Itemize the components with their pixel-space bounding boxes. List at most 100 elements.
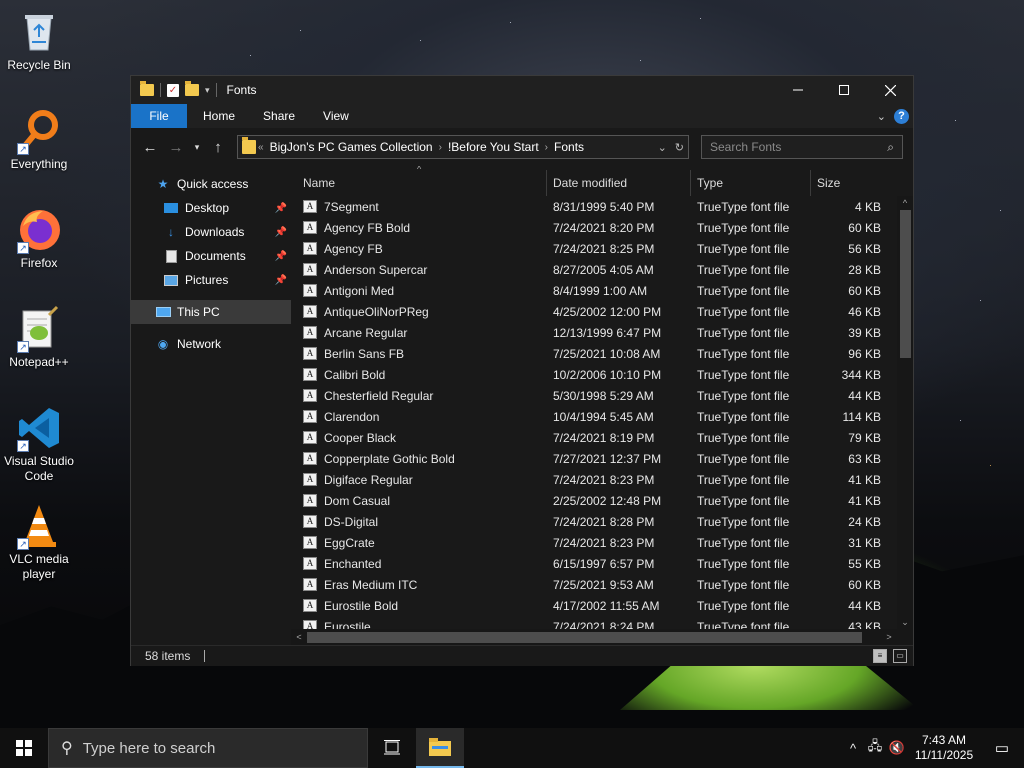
large-icons-view-icon[interactable]: ▭ bbox=[893, 649, 907, 663]
properties-icon[interactable]: ✓ bbox=[167, 83, 179, 97]
file-type: TrueType font file bbox=[697, 304, 790, 319]
details-view-icon[interactable]: ≡ bbox=[873, 649, 887, 663]
help-icon[interactable]: ? bbox=[894, 108, 909, 124]
breadcrumb-item[interactable]: !Before You Start bbox=[448, 140, 539, 154]
back-arrow-icon[interactable]: ← bbox=[137, 139, 163, 156]
file-row[interactable]: A Eurostile 7/24/2021 8:24 PM TrueType font… bbox=[291, 616, 897, 629]
column-header-size[interactable]: Size bbox=[811, 170, 883, 196]
desktop-icon-everything[interactable]: ↗ Everything bbox=[0, 107, 78, 172]
file-row[interactable]: A Eurostile Bold 4/17/2002 11:55 AM TrueTyp… bbox=[291, 595, 897, 616]
file-row[interactable]: A Chesterfield Regular 5/30/1998 5:29 AM Tr… bbox=[291, 385, 897, 406]
scroll-right-arrow-icon[interactable]: > bbox=[881, 629, 897, 645]
recent-locations-chevron-icon[interactable]: ▾ bbox=[189, 142, 205, 153]
desktop-icon-vscode[interactable]: ↗ Visual Studio Code bbox=[0, 404, 78, 484]
file-row[interactable]: A Calibri Bold 10/2/2006 10:10 PM TrueType … bbox=[291, 364, 897, 385]
file-row[interactable]: A EggCrate 7/24/2021 8:23 PM TrueType font … bbox=[291, 532, 897, 553]
sidebar-item-downloads[interactable]: ↓ Downloads 📌 bbox=[131, 220, 291, 244]
file-row[interactable]: A Cooper Black 7/24/2021 8:19 PM TrueType f… bbox=[291, 427, 897, 448]
file-row[interactable]: A DS-Digital 7/24/2021 8:28 PM TrueType fon… bbox=[291, 511, 897, 532]
up-arrow-icon[interactable]: ↑ bbox=[205, 139, 231, 156]
close-button[interactable] bbox=[867, 76, 913, 104]
refresh-icon[interactable]: ↻ bbox=[675, 141, 684, 154]
file-row[interactable]: A Clarendon 10/4/1994 5:45 AM TrueType font… bbox=[291, 406, 897, 427]
show-hidden-icons-chevron-icon[interactable]: ^ bbox=[842, 741, 864, 756]
address-overflow[interactable]: « bbox=[258, 142, 264, 153]
breadcrumb-item[interactable]: BigJon's PC Games Collection bbox=[270, 140, 433, 154]
breadcrumb-item[interactable]: Fonts bbox=[554, 140, 584, 154]
column-header-row: ^ Name Date modified Type Size bbox=[291, 166, 913, 196]
pin-icon[interactable]: 📌 bbox=[275, 227, 287, 238]
file-date: 7/24/2021 8:28 PM bbox=[553, 514, 655, 529]
file-size: 344 KB bbox=[841, 367, 881, 382]
file-row[interactable]: A Agency FB 7/24/2021 8:25 PM TrueType font… bbox=[291, 238, 897, 259]
sidebar-item-this-pc[interactable]: This PC bbox=[131, 300, 291, 324]
pin-icon[interactable]: 📌 bbox=[275, 275, 287, 286]
font-file-icon: A bbox=[303, 473, 317, 486]
title-bar[interactable]: ✓ ▾ Fonts bbox=[131, 76, 913, 104]
horizontal-scrollbar[interactable]: < > bbox=[291, 629, 913, 645]
expand-ribbon-chevron-icon[interactable]: ⌄ bbox=[877, 110, 886, 123]
sidebar-item-pictures[interactable]: Pictures 📌 bbox=[131, 268, 291, 292]
pin-icon[interactable]: 📌 bbox=[275, 251, 287, 262]
breadcrumb-chevron-icon[interactable]: › bbox=[439, 142, 442, 153]
file-row[interactable]: A Anderson Supercar 8/27/2005 4:05 AM TrueT… bbox=[291, 259, 897, 280]
sidebar-item-quick-access[interactable]: ★ Quick access bbox=[131, 172, 291, 196]
notifications-icon[interactable]: ▭ bbox=[980, 739, 1024, 757]
file-row[interactable]: A 7Segment 8/31/1999 5:40 PM TrueType font … bbox=[291, 196, 897, 217]
desktop-icon-vlc[interactable]: ↗ VLC media player bbox=[0, 502, 78, 582]
file-row[interactable]: A Enchanted 6/15/1997 6:57 PM TrueType font… bbox=[291, 553, 897, 574]
forward-arrow-icon[interactable]: → bbox=[163, 139, 189, 156]
scroll-up-arrow-icon[interactable]: ^ bbox=[897, 196, 913, 210]
file-row[interactable]: A Eras Medium ITC 7/25/2021 9:53 AM TrueTyp… bbox=[291, 574, 897, 595]
scroll-down-arrow-icon[interactable]: ⌄ bbox=[897, 615, 913, 629]
sidebar-item-network[interactable]: ◉ Network bbox=[131, 332, 291, 356]
vertical-scrollbar[interactable]: ^ ⌄ bbox=[897, 196, 913, 629]
file-name-cell: A Arcane Regular bbox=[291, 326, 547, 340]
pin-icon[interactable]: 📌 bbox=[275, 203, 287, 214]
desktop-icon-recycle-bin[interactable]: Recycle Bin bbox=[0, 8, 78, 73]
tab-file[interactable]: File bbox=[131, 104, 187, 128]
sidebar-item-documents[interactable]: Documents 📌 bbox=[131, 244, 291, 268]
file-type: TrueType font file bbox=[697, 472, 790, 487]
column-header-type[interactable]: Type bbox=[691, 170, 811, 196]
maximize-button[interactable] bbox=[821, 76, 867, 104]
new-folder-icon[interactable] bbox=[185, 81, 199, 96]
taskbar-file-explorer[interactable] bbox=[416, 728, 464, 768]
start-button[interactable] bbox=[0, 728, 48, 768]
file-row[interactable]: A Dom Casual 2/25/2002 12:48 PM TrueType fo… bbox=[291, 490, 897, 511]
download-arrow-icon: ↓ bbox=[168, 225, 174, 239]
volume-muted-icon[interactable]: 🔇 bbox=[886, 740, 908, 756]
file-size: 60 KB bbox=[848, 283, 881, 298]
desktop-icon-notepad-plus-plus[interactable]: ↗ Notepad++ bbox=[0, 305, 78, 370]
task-view-icon[interactable] bbox=[368, 728, 416, 768]
desktop-icon-firefox[interactable]: ↗ Firefox bbox=[0, 206, 78, 271]
column-header-date[interactable]: Date modified bbox=[547, 170, 691, 196]
tab-view[interactable]: View bbox=[309, 104, 363, 128]
clock[interactable]: 7:43 AM 11/11/2025 bbox=[908, 733, 980, 763]
breadcrumb-chevron-icon[interactable]: › bbox=[545, 142, 548, 153]
tab-share[interactable]: Share bbox=[249, 104, 309, 128]
file-name-cell: A Cooper Black bbox=[291, 431, 547, 445]
file-row[interactable]: A AntiqueOliNorPReg 4/25/2002 12:00 PM True… bbox=[291, 301, 897, 322]
file-row[interactable]: A Agency FB Bold 7/24/2021 8:20 PM TrueType… bbox=[291, 217, 897, 238]
network-status-icon[interactable]: 🖧 bbox=[864, 737, 886, 759]
tab-home[interactable]: Home bbox=[189, 104, 249, 128]
vertical-scroll-thumb[interactable] bbox=[900, 210, 911, 358]
scroll-left-arrow-icon[interactable]: < bbox=[291, 629, 307, 645]
file-name-cell: A Antigoni Med bbox=[291, 284, 547, 298]
minimize-button[interactable] bbox=[775, 76, 821, 104]
file-row[interactable]: A Copperplate Gothic Bold 7/27/2021 12:37 … bbox=[291, 448, 897, 469]
file-date: 8/27/2005 4:05 AM bbox=[553, 262, 654, 277]
file-row[interactable]: A Berlin Sans FB 7/25/2021 10:08 AM TrueTyp… bbox=[291, 343, 897, 364]
address-dropdown-chevron-icon[interactable]: ⌄ bbox=[658, 141, 667, 154]
customize-quick-access-icon[interactable]: ▾ bbox=[205, 85, 210, 96]
horizontal-scroll-thumb[interactable] bbox=[307, 632, 862, 643]
sidebar-item-desktop[interactable]: Desktop 📌 bbox=[131, 196, 291, 220]
file-row[interactable]: A Arcane Regular 12/13/1999 6:47 PM TrueTyp… bbox=[291, 322, 897, 343]
address-bar[interactable]: « BigJon's PC Games Collection › !Before… bbox=[237, 135, 689, 159]
file-row[interactable]: A Digiface Regular 7/24/2021 8:23 PM TrueTy… bbox=[291, 469, 897, 490]
column-header-name[interactable]: ^ Name bbox=[291, 166, 547, 196]
file-row[interactable]: A Antigoni Med 8/4/1999 1:00 AM TrueType fo… bbox=[291, 280, 897, 301]
search-input[interactable]: Search Fonts ⌕ bbox=[701, 135, 903, 159]
taskbar-search-box[interactable]: ⚲ Type here to search bbox=[48, 728, 368, 768]
